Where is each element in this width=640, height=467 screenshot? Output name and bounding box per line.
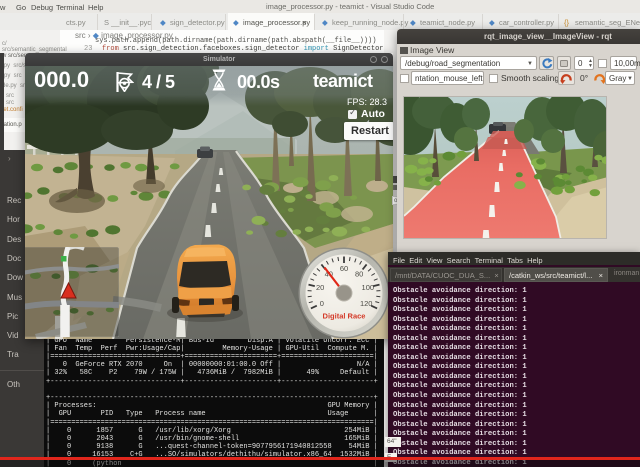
- svg-text:Digital Race: Digital Race: [323, 312, 366, 321]
- svg-text:20: 20: [316, 283, 324, 292]
- svg-text:60: 60: [340, 264, 348, 273]
- svg-text:120: 120: [360, 299, 373, 308]
- svg-text:100: 100: [362, 283, 375, 292]
- svg-text:80: 80: [355, 269, 363, 278]
- svg-text:0: 0: [320, 299, 324, 308]
